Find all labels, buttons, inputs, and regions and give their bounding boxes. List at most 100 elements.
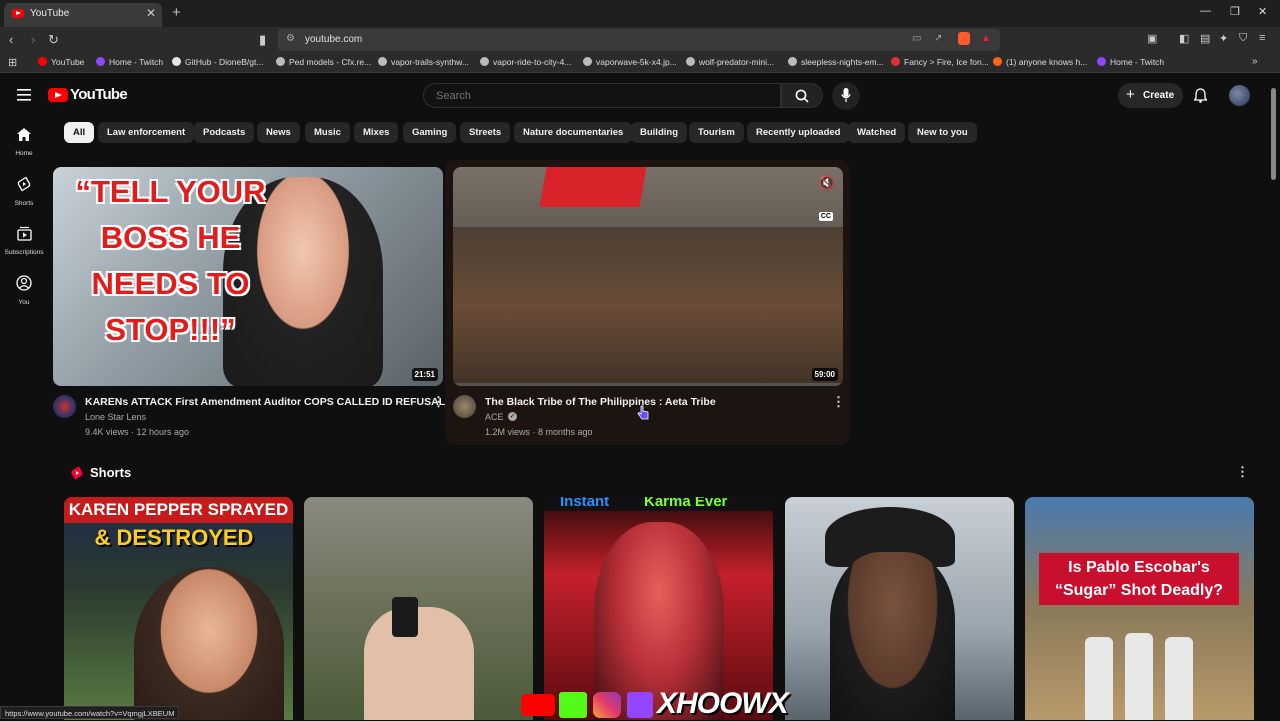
browser-tab-bar: YouTube ✕ + — ❐ ✕ — [0, 0, 1280, 27]
bookmark-favicon-icon — [686, 57, 695, 66]
sidebar-item-label: You — [18, 299, 30, 306]
bookmark-icon[interactable]: ▮ — [259, 32, 266, 48]
wallet-icon[interactable]: ▣ — [1147, 32, 1157, 45]
bookmarks-bar: ⊞ YouTube Home - Twitch GitHub - DioneB/… — [0, 53, 1280, 73]
vpn-icon[interactable]: ⛉ — [1239, 32, 1247, 45]
channel-name[interactable]: ACE — [485, 412, 504, 422]
sidebar-item-subscriptions[interactable]: Subscriptions — [0, 226, 48, 256]
url-text: youtube.com — [305, 34, 363, 45]
bookmark-item[interactable]: (1) anyone knows h... — [993, 57, 1087, 67]
new-tab-icon[interactable]: + — [172, 4, 181, 21]
search-button[interactable] — [781, 83, 823, 108]
bookmark-item[interactable]: wolf-predator-mini... — [686, 57, 774, 67]
chip-tourism[interactable]: Tourism — [689, 122, 744, 143]
chip-news[interactable]: News — [257, 122, 300, 143]
search-input[interactable] — [423, 83, 781, 108]
bookmark-item[interactable]: GitHub - DioneB/gt... — [172, 57, 263, 67]
channel-avatar[interactable] — [453, 395, 476, 418]
video-duration: 59:00 — [811, 368, 838, 381]
sidebar-toggle-icon[interactable]: ◧ — [1179, 32, 1189, 45]
bookmark-item[interactable]: sleepless-nights-em... — [788, 57, 884, 67]
share-icon[interactable]: ↗ — [934, 33, 942, 44]
reload-icon[interactable]: ↻ — [48, 32, 59, 48]
forward-icon[interactable]: › — [31, 32, 35, 47]
create-button[interactable]: + Create — [1118, 83, 1183, 108]
mute-icon[interactable]: 🔇 — [819, 175, 835, 191]
page-scrollbar-thumb[interactable] — [1271, 88, 1276, 180]
chip-nature-documentaries[interactable]: Nature documentaries — [514, 122, 633, 143]
watermark-kick-icon — [559, 692, 587, 718]
chip-law-enforcement[interactable]: Law enforcement — [98, 122, 195, 143]
bookmark-item[interactable]: YouTube — [38, 57, 84, 67]
shorts-more-icon[interactable]: ⋮ — [1236, 464, 1249, 480]
back-icon[interactable]: ‹ — [9, 32, 13, 47]
more-actions-icon[interactable]: ⋮ — [832, 394, 845, 410]
bookmark-favicon-icon — [480, 57, 489, 66]
chip-all[interactable]: All — [64, 122, 95, 143]
bookmark-favicon-icon — [993, 57, 1002, 66]
more-actions-icon[interactable]: ⋮ — [432, 394, 445, 410]
bookmark-item[interactable]: vapor-trails-synthw... — [378, 57, 469, 67]
short-thumbnail[interactable]: Is Pablo Escobar's “Sugar” Shot Deadly? — [1025, 497, 1254, 720]
youtube-logo-text[interactable]: YouTube — [70, 86, 128, 103]
bookmark-favicon-icon — [1097, 57, 1106, 66]
short-thumbnail[interactable] — [785, 497, 1014, 720]
restore-icon[interactable]: ❐ — [1230, 5, 1240, 18]
channel-name[interactable]: Lone Star Lens — [85, 412, 146, 422]
voice-search-button[interactable] — [832, 82, 860, 110]
menu-icon[interactable]: ≡ — [1259, 32, 1265, 44]
bookmark-item[interactable]: vapor-ride-to-city-4... — [480, 57, 571, 67]
hamburger-menu-icon[interactable] — [17, 89, 31, 101]
microphone-icon — [841, 88, 851, 102]
minimize-icon[interactable]: — — [1200, 5, 1211, 17]
bookmark-item[interactable]: Fancy > Fire, Ice fon... — [891, 57, 989, 67]
sidebar-item-home[interactable]: Home — [0, 127, 48, 157]
video-title[interactable]: KARENs ATTACK First Amendment Auditor CO… — [85, 396, 445, 408]
chip-mixes[interactable]: Mixes — [354, 122, 399, 143]
preview-progress-bar — [453, 383, 843, 386]
account-avatar[interactable] — [1229, 85, 1250, 106]
wallet-card-icon[interactable]: ▤ — [1200, 32, 1210, 45]
cast-icon[interactable]: ▭ — [912, 33, 921, 44]
notifications-bell-icon[interactable] — [1194, 88, 1207, 103]
browser-tab[interactable]: YouTube ✕ — [4, 3, 162, 27]
more-bookmarks-icon[interactable]: » — [1252, 56, 1258, 67]
chip-watched[interactable]: Watched — [848, 122, 906, 143]
short-thumbnail[interactable] — [304, 497, 533, 720]
short-caption: & DESTROYED — [94, 525, 254, 550]
video-thumbnail[interactable]: “TELL YOUR BOSS HE NEEDS TO STOP!!!” 21:… — [53, 167, 443, 386]
video-title[interactable]: The Black Tribe of The Philippines : Aet… — [485, 396, 716, 408]
short-thumbnail[interactable]: KAREN PEPPER SPRAYED & DESTROYED — [64, 497, 293, 720]
window-close-icon[interactable]: ✕ — [1258, 5, 1267, 18]
chip-music[interactable]: Music — [305, 122, 350, 143]
site-info-icon[interactable]: ⚙ — [286, 33, 295, 44]
address-bar[interactable]: ⚙ youtube.com ▭ ↗ ▲ — [278, 29, 1000, 51]
apps-grid-icon[interactable]: ⊞ — [8, 56, 17, 69]
bookmark-item[interactable]: Ped models - Cfx.re... — [276, 57, 371, 67]
browser-status-url: https://www.youtube.com/watch?v=VqmgjLXB… — [0, 706, 180, 719]
bookmark-item[interactable]: Home - Twitch — [96, 57, 163, 67]
bookmark-favicon-icon — [378, 57, 387, 66]
bookmark-item[interactable]: Home - Twitch — [1097, 57, 1164, 67]
youtube-logo-icon[interactable] — [48, 88, 68, 102]
home-icon — [17, 128, 31, 141]
video-thumbnail[interactable]: 🔇 CC 59:00 — [453, 167, 843, 386]
brave-shield-icon[interactable] — [958, 32, 970, 45]
chip-podcasts[interactable]: Podcasts — [194, 122, 255, 143]
bookmark-item[interactable]: vaporwave-5k-x4.jp... — [583, 57, 677, 67]
chip-recently-uploaded[interactable]: Recently uploaded — [747, 122, 850, 143]
chip-streets[interactable]: Streets — [460, 122, 511, 143]
channel-avatar[interactable] — [53, 395, 76, 418]
close-tab-icon[interactable]: ✕ — [146, 6, 156, 20]
bookmark-favicon-icon — [583, 57, 592, 66]
leo-ai-icon[interactable]: ✦ — [1219, 32, 1228, 45]
sidebar-item-shorts[interactable]: Shorts — [0, 176, 48, 207]
chip-new-to-you[interactable]: New to you — [908, 122, 977, 143]
brave-rewards-icon[interactable]: ▲ — [981, 33, 991, 44]
youtube-header: YouTube + Create — [0, 73, 1280, 119]
sidebar-item-you[interactable]: You — [0, 275, 48, 306]
short-caption: Instant — [560, 497, 610, 510]
captions-badge[interactable]: CC — [818, 212, 833, 221]
chip-gaming[interactable]: Gaming — [403, 122, 457, 143]
chip-building[interactable]: Building — [631, 122, 687, 143]
